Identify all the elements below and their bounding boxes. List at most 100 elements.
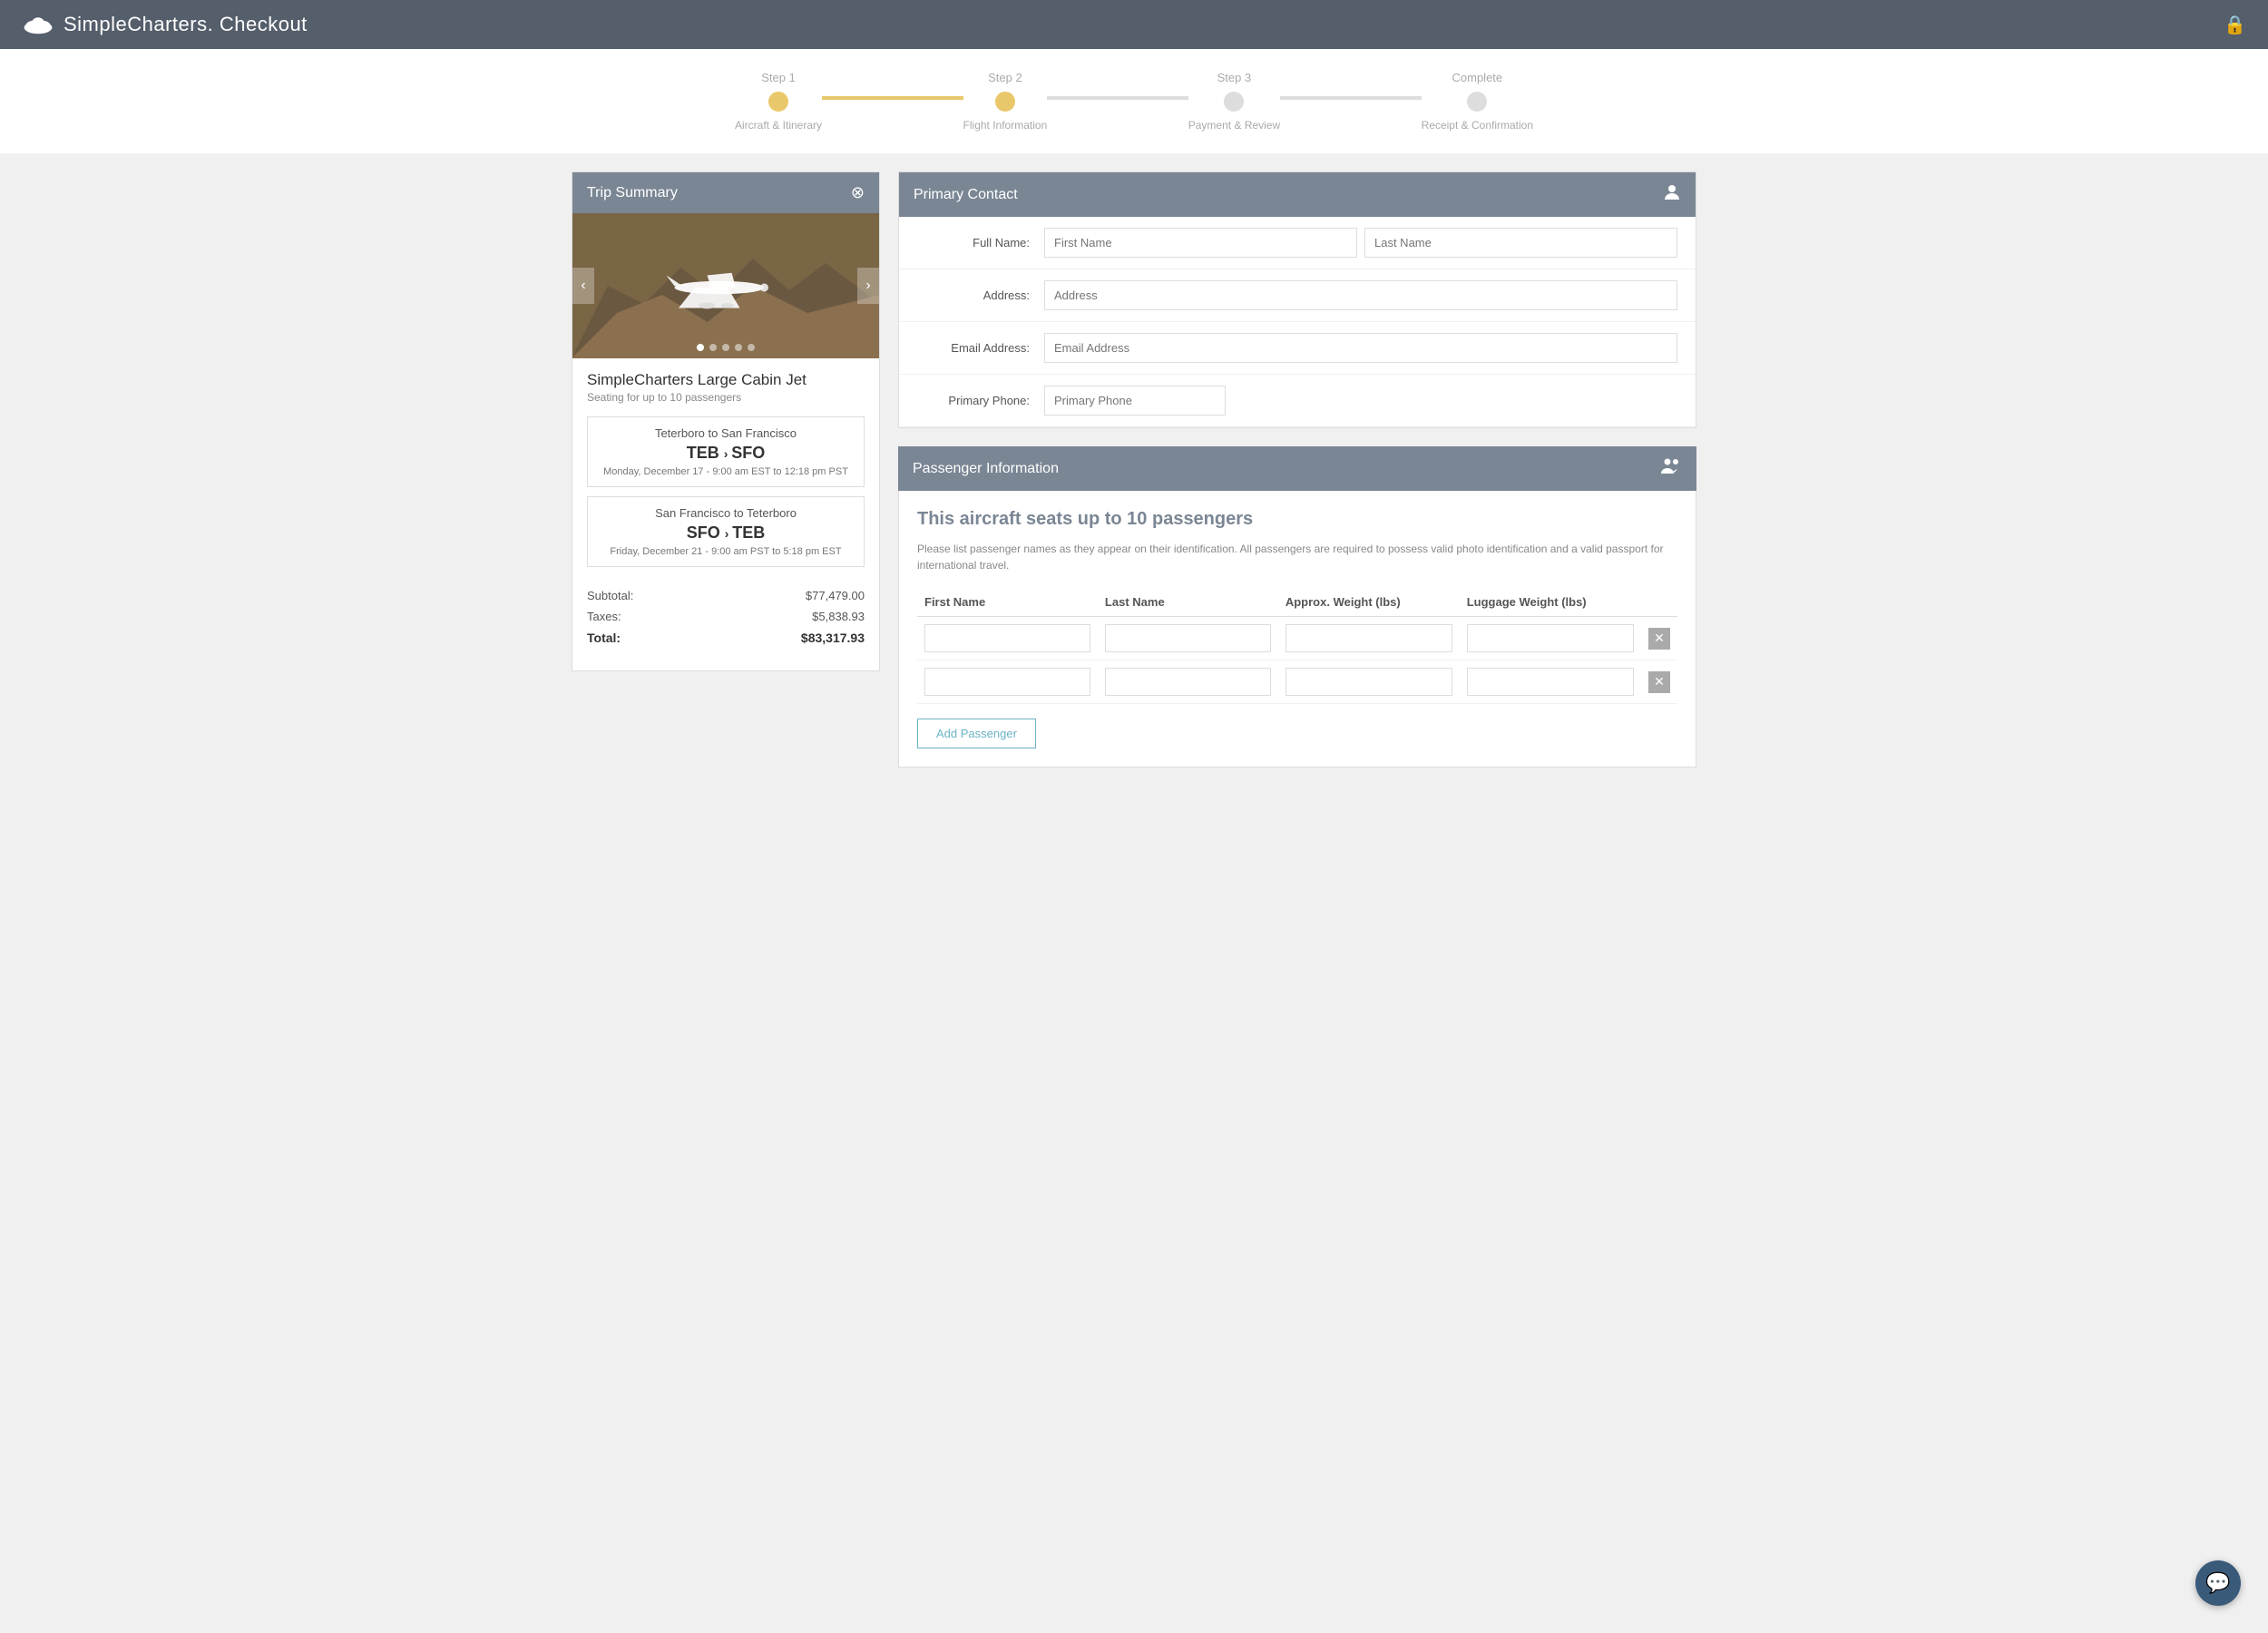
route-1-codes: TEB › SFO: [599, 444, 853, 463]
step-3-dot: [1224, 92, 1244, 112]
right-panel: Primary Contact Full Name: Address:: [898, 171, 1696, 786]
passenger-2-remove-cell: ✕: [1641, 660, 1677, 704]
carousel-dot-2[interactable]: [709, 344, 717, 351]
subtotal-value: $77,479.00: [806, 589, 865, 602]
step-complete: Complete Receipt & Confirmation: [1422, 71, 1533, 132]
passenger-2-weight-input[interactable]: [1286, 668, 1452, 696]
header: SimpleCharters. Checkout 🔒: [0, 0, 2268, 49]
trip-summary-title: Trip Summary: [587, 185, 678, 201]
total-value: $83,317.93: [801, 631, 865, 645]
primary-contact-title: Primary Contact: [914, 187, 1018, 203]
step-2: Step 2 Flight Information: [963, 71, 1048, 132]
passenger-2-weight-cell: [1278, 660, 1460, 704]
passenger-1-luggage-cell: [1460, 617, 1641, 660]
email-input[interactable]: [1044, 333, 1677, 363]
logo-text: SimpleCharters.: [64, 13, 213, 35]
last-name-input[interactable]: [1364, 228, 1677, 258]
page-title: Checkout: [220, 13, 308, 35]
email-inputs: [1044, 333, 1677, 363]
lock-icon: 🔒: [2224, 14, 2246, 36]
col-luggage: Luggage Weight (lbs): [1460, 588, 1641, 617]
passenger-1-luggage-input[interactable]: [1467, 624, 1634, 652]
aircraft-name: SimpleCharters Large Cabin Jet: [587, 371, 865, 389]
phone-label: Primary Phone:: [917, 394, 1044, 407]
passenger-1-firstname-cell: [917, 617, 1098, 660]
trip-summary-panel: Trip Summary ⊗: [572, 171, 880, 786]
passenger-section-title: This aircraft seats up to 10 passengers: [917, 509, 1677, 530]
carousel-dot-4[interactable]: [735, 344, 742, 351]
step-3-label: Step 3: [1217, 71, 1252, 84]
carousel-dot-3[interactable]: [722, 344, 729, 351]
minimize-icon[interactable]: ⊗: [851, 183, 865, 202]
passenger-1-remove-button[interactable]: ✕: [1648, 628, 1670, 650]
phone-input[interactable]: [1044, 386, 1226, 416]
primary-contact-panel: Primary Contact Full Name: Address:: [898, 171, 1696, 428]
passenger-1-firstname-input[interactable]: [924, 624, 1090, 652]
fullname-inputs: [1044, 228, 1677, 258]
chat-button[interactable]: 💬: [2195, 1560, 2241, 1606]
step-2-label: Step 2: [988, 71, 1022, 84]
passenger-table-header-row: First Name Last Name Approx. Weight (lbs…: [917, 588, 1677, 617]
route-2-arrow: ›: [725, 526, 733, 541]
col-first-name: First Name: [917, 588, 1098, 617]
email-label: Email Address:: [917, 341, 1044, 355]
passenger-1-weight-cell: [1278, 617, 1460, 660]
route-2-to: TEB: [732, 523, 765, 542]
route-card-1: Teterboro to San Francisco TEB › SFO Mon…: [587, 416, 865, 487]
subtotal-label: Subtotal:: [587, 589, 633, 602]
passengers-icon: [1660, 457, 1682, 480]
route-1-to: SFO: [731, 444, 765, 462]
passenger-2-lastname-cell: [1098, 660, 1278, 704]
route-2-codes: SFO › TEB: [599, 523, 853, 543]
col-last-name: Last Name: [1098, 588, 1278, 617]
subtotal-row: Subtotal: $77,479.00: [587, 585, 865, 606]
step-2-dot: [995, 92, 1015, 112]
table-row: ✕: [917, 660, 1677, 704]
address-input[interactable]: [1044, 280, 1677, 310]
taxes-label: Taxes:: [587, 610, 621, 623]
carousel-right-arrow[interactable]: ›: [857, 268, 879, 304]
progress-section: Step 1 Aircraft & Itinerary Step 2 Fligh…: [0, 49, 2268, 153]
route-1-arrow: ›: [724, 446, 732, 461]
passenger-1-lastname-input[interactable]: [1105, 624, 1271, 652]
passenger-info-title: Passenger Information: [913, 461, 1059, 477]
passenger-1-weight-input[interactable]: [1286, 624, 1452, 652]
progress-bar: Step 1 Aircraft & Itinerary Step 2 Fligh…: [735, 71, 1533, 132]
passenger-content: This aircraft seats up to 10 passengers …: [898, 491, 1696, 768]
step-3: Step 3 Payment & Review: [1188, 71, 1280, 132]
email-row: Email Address:: [899, 322, 1696, 375]
aircraft-image-container: ‹ ›: [572, 213, 879, 358]
carousel-dot-5[interactable]: [748, 344, 755, 351]
passenger-2-firstname-input[interactable]: [924, 668, 1090, 696]
taxes-value: $5,838.93: [812, 610, 865, 623]
carousel-dot-1[interactable]: [697, 344, 704, 351]
passenger-description: Please list passenger names as they appe…: [917, 541, 1677, 573]
step-3-sublabel: Payment & Review: [1188, 119, 1280, 132]
passenger-1-remove-cell: ✕: [1641, 617, 1677, 660]
first-name-input[interactable]: [1044, 228, 1357, 258]
connector-2-3: [1047, 96, 1188, 100]
step-1-label: Step 1: [761, 71, 796, 84]
route-2-date: Friday, December 21 - 9:00 am PST to 5:1…: [599, 546, 853, 557]
connector-3-4: [1280, 96, 1422, 100]
total-row: Total: $83,317.93: [587, 627, 865, 649]
step-complete-dot: [1467, 92, 1487, 112]
address-inputs: [1044, 280, 1677, 310]
add-passenger-button[interactable]: Add Passenger: [917, 719, 1036, 748]
passenger-2-lastname-input[interactable]: [1105, 668, 1271, 696]
aircraft-seats: Seating for up to 10 passengers: [587, 391, 865, 404]
passenger-2-remove-button[interactable]: ✕: [1648, 671, 1670, 693]
carousel-dots: [697, 344, 755, 351]
route-1-date: Monday, December 17 - 9:00 am EST to 12:…: [599, 466, 853, 477]
price-section: Subtotal: $77,479.00 Taxes: $5,838.93 To…: [587, 576, 865, 658]
cloud-icon: [22, 14, 54, 35]
aircraft-image: [572, 213, 879, 358]
phone-row: Primary Phone:: [899, 375, 1696, 427]
route-1-from: TEB: [687, 444, 719, 462]
step-1-sublabel: Aircraft & Itinerary: [735, 119, 822, 132]
carousel-left-arrow[interactable]: ‹: [572, 268, 594, 304]
total-label: Total:: [587, 631, 621, 645]
passenger-1-lastname-cell: [1098, 617, 1278, 660]
route-2-cities: San Francisco to Teterboro: [599, 506, 853, 520]
passenger-2-luggage-input[interactable]: [1467, 668, 1634, 696]
